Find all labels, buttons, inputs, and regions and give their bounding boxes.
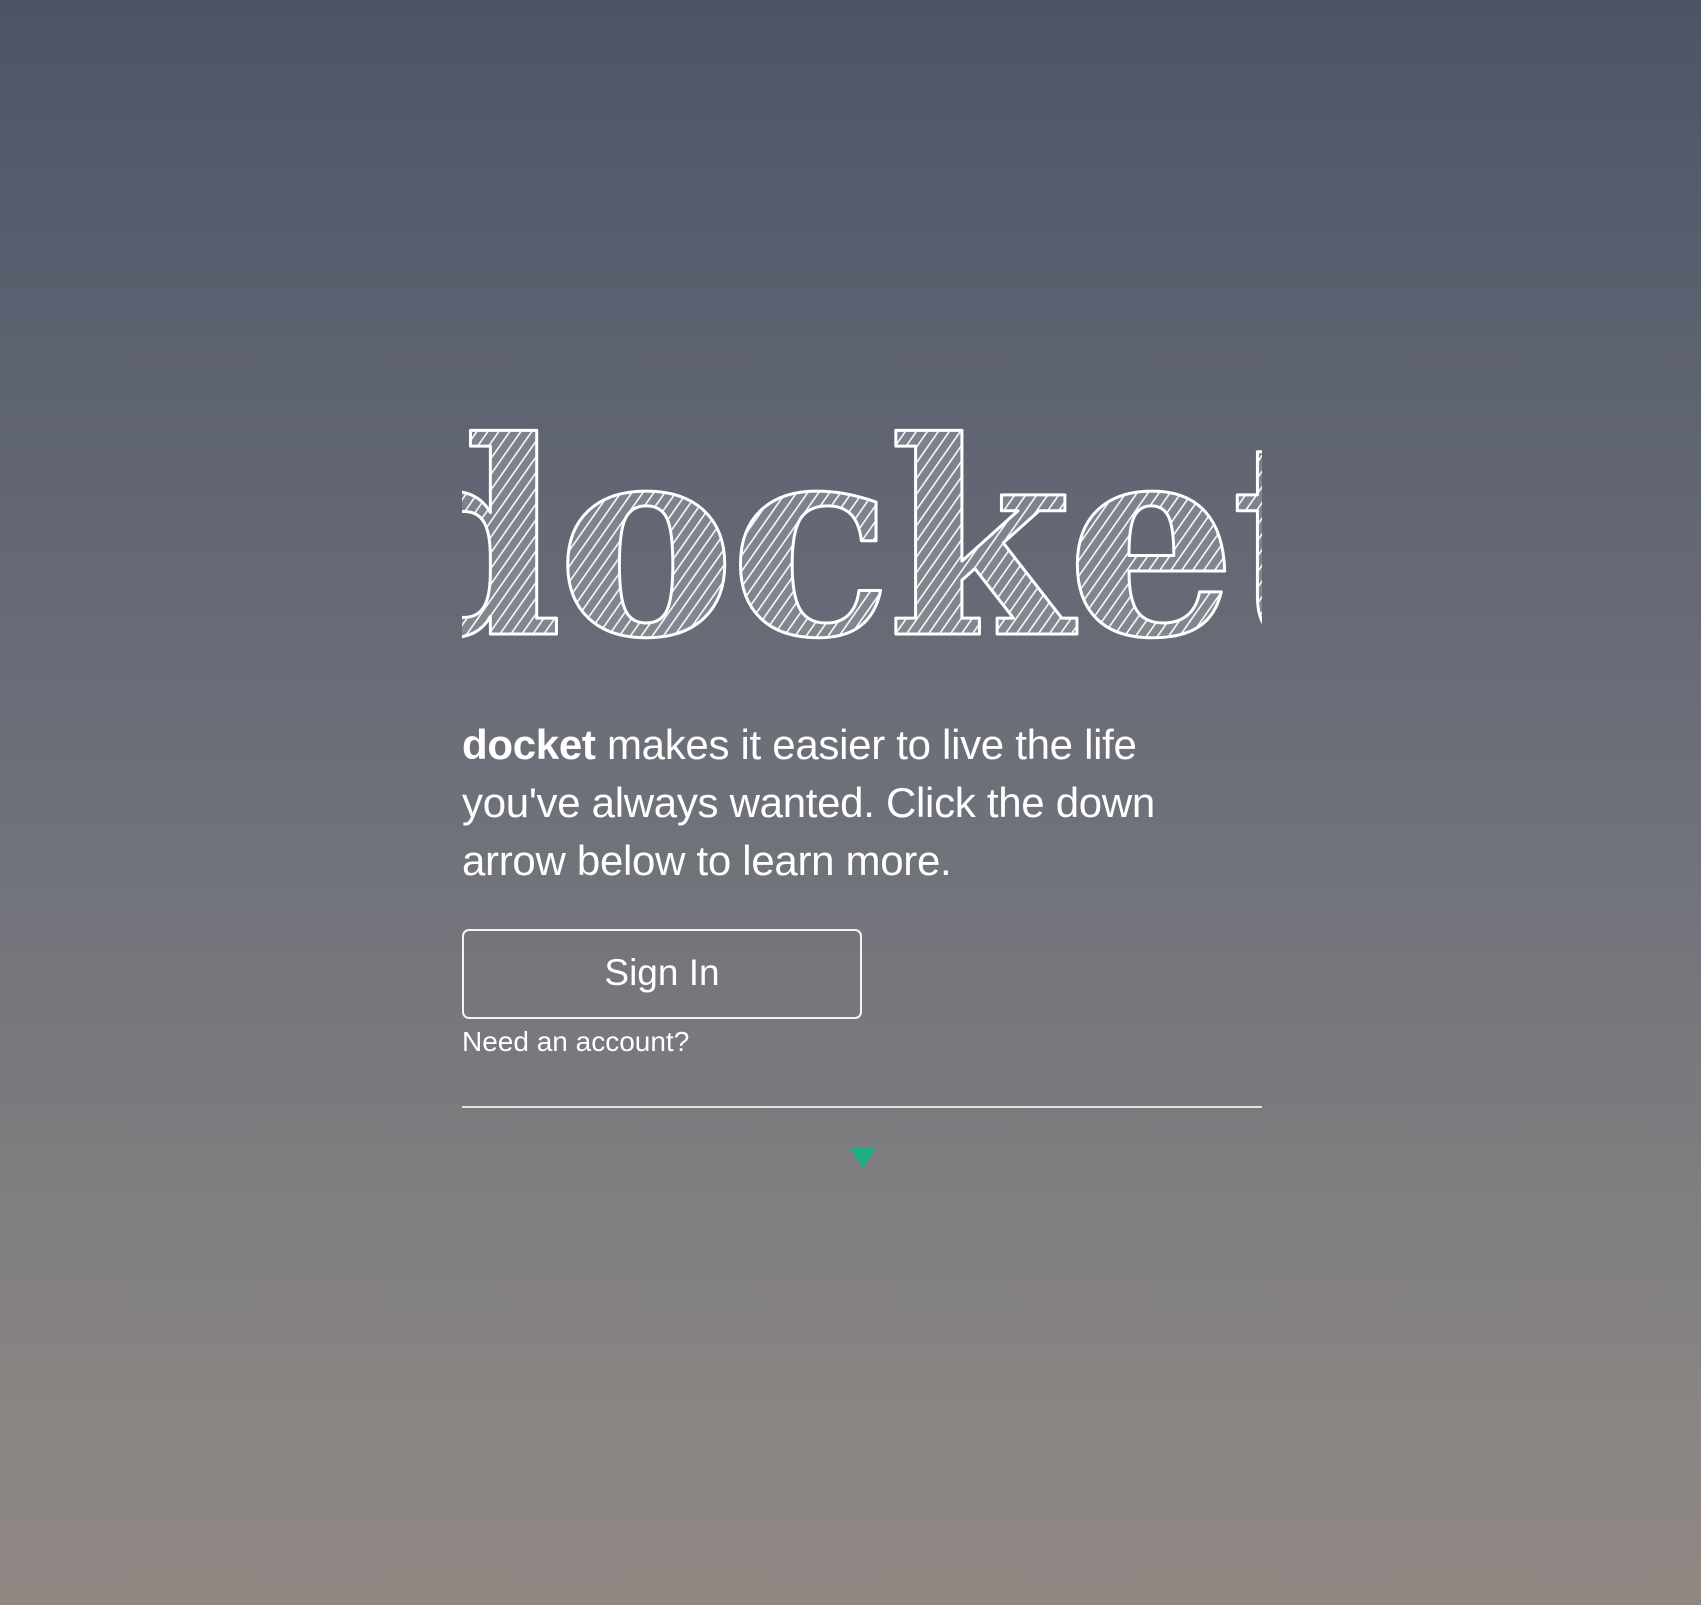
landing-page: { "brand": { "logo_text": "docket", "nam… <box>0 0 1701 1605</box>
tagline-brand: docket <box>462 721 596 768</box>
triangle-down-shape <box>850 1148 876 1169</box>
tagline: docket makes it easier to live the life … <box>462 716 1262 890</box>
sign-in-button[interactable]: Sign In <box>462 929 862 1019</box>
divider <box>462 1106 1262 1108</box>
logo-wordmark: docket <box>462 420 1262 650</box>
docket-logo: docket <box>462 420 1262 650</box>
triangle-down-icon[interactable] <box>850 1148 876 1170</box>
need-account-link[interactable]: Need an account? <box>462 1026 689 1058</box>
